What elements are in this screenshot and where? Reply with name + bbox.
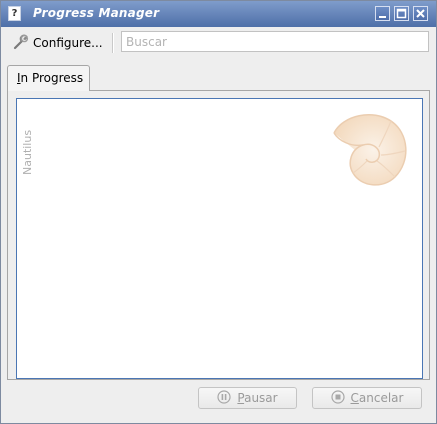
cancel-label: Cancelar	[351, 391, 404, 405]
search-input[interactable]	[121, 31, 429, 52]
tab-label-text: n Progress	[20, 71, 84, 85]
progress-list[interactable]: Nautilus	[16, 98, 423, 379]
toolbar-separator	[112, 33, 114, 53]
app-icon[interactable]: ?	[8, 6, 21, 21]
stop-icon	[330, 389, 345, 407]
maximize-icon[interactable]	[394, 6, 409, 21]
source-label-text: Nautilus	[21, 129, 34, 175]
title-bar[interactable]: ? Progress Manager	[1, 1, 436, 27]
progress-manager-window: ? Progress Manager Configure... Buscar I…	[0, 0, 437, 424]
configure-label: Configure...	[33, 36, 103, 50]
toolbar: Configure...	[1, 27, 436, 59]
tab-label: In Progress	[17, 71, 83, 85]
minimize-icon[interactable]	[375, 6, 390, 21]
source-label: Nautilus	[21, 130, 34, 175]
cancel-accelerator: C	[350, 391, 359, 405]
nautilus-shell-icon	[329, 111, 409, 190]
configure-button[interactable]: Configure...	[9, 32, 106, 54]
pause-label: Pausar	[237, 391, 277, 405]
cancel-button[interactable]: Cancelar	[312, 387, 422, 409]
pause-label-text: ausar	[244, 391, 278, 405]
tab-in-progress[interactable]: In Progress	[7, 65, 90, 91]
wrench-icon	[12, 33, 30, 54]
pause-button[interactable]: Pausar	[198, 387, 297, 409]
window-title: Progress Manager	[33, 6, 160, 20]
cancel-label-text: ancelar	[358, 391, 404, 405]
pause-icon	[217, 389, 231, 407]
close-icon[interactable]	[413, 6, 428, 21]
